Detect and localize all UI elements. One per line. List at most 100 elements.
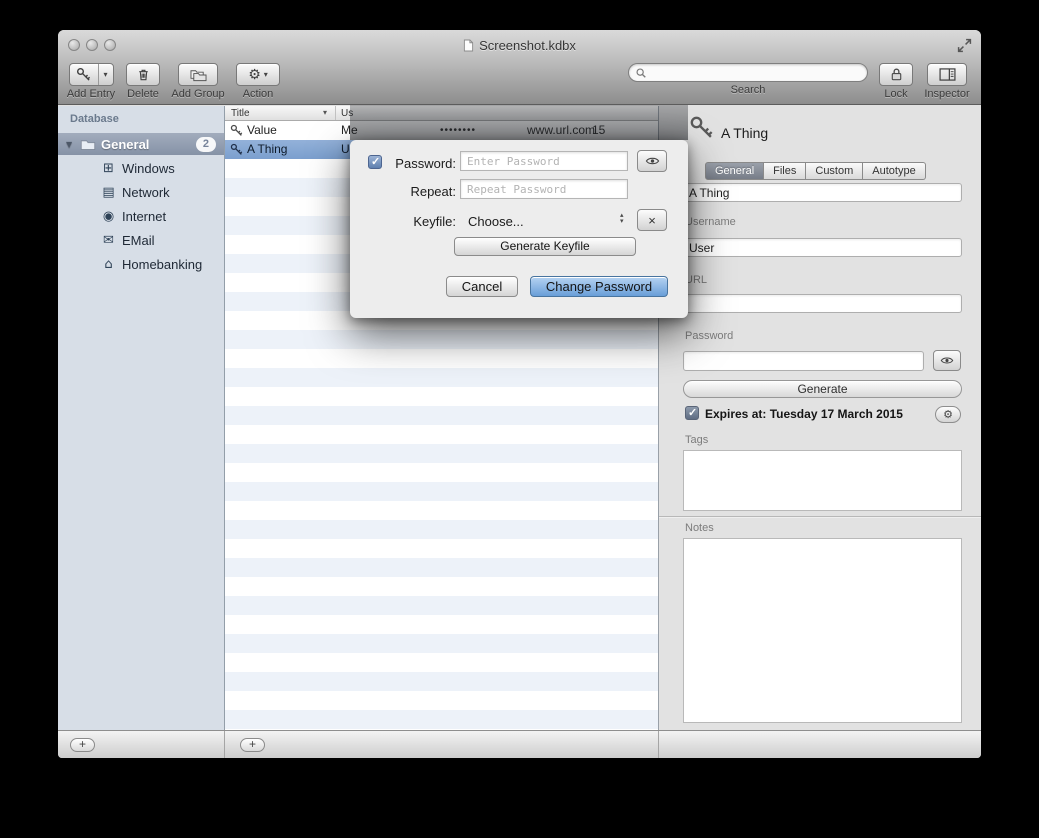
search-input[interactable] <box>651 66 861 80</box>
network-icon: ▤ <box>100 185 117 200</box>
bottom-bar: + + <box>58 730 981 758</box>
trash-icon <box>136 67 151 82</box>
entry-title-cell: Value <box>247 123 277 137</box>
lock-icon <box>889 67 904 82</box>
globe-icon: ◉ <box>100 209 117 224</box>
expires-settings-button[interactable]: ⚙ <box>935 406 961 423</box>
tab-general[interactable]: General <box>705 162 764 180</box>
gear-icon: ⚙ <box>248 67 261 83</box>
zoom-window-button[interactable] <box>104 39 116 51</box>
add-group-label: Add Group <box>171 88 224 100</box>
dialog-repeat-input[interactable] <box>460 179 628 199</box>
cancel-button[interactable]: Cancel <box>446 276 518 297</box>
close-window-button[interactable] <box>68 39 80 51</box>
sidebar-group-badge: 2 <box>196 137 216 152</box>
expires-checkbox[interactable] <box>685 406 699 420</box>
inspector-entry-title: A Thing <box>721 125 768 141</box>
action-label: Action <box>243 88 274 100</box>
divider <box>224 731 225 758</box>
change-password-button[interactable]: Change Password <box>530 276 668 297</box>
key-icon <box>689 115 714 140</box>
sidebar-group-general[interactable]: ▼ General 2 <box>58 133 224 155</box>
sidebar-item-email[interactable]: ✉ EMail <box>58 228 224 252</box>
add-group-button[interactable] <box>178 63 218 86</box>
title-field[interactable] <box>683 183 962 202</box>
reveal-password-button[interactable] <box>933 350 961 371</box>
dialog-shadow <box>350 105 688 140</box>
sidebar-group-label: General <box>101 137 149 152</box>
delete-label: Delete <box>127 88 159 100</box>
folders-icon <box>189 67 208 83</box>
inspector-panel: A Thing General Files Custom Autotype Us… <box>658 106 981 730</box>
eye-icon <box>645 156 660 166</box>
add-group-plus-button[interactable]: + <box>70 738 95 752</box>
sort-indicator-icon: ▾ <box>323 108 327 117</box>
dialog-password-label: Password: <box>380 156 456 171</box>
sidebar-item-label: Network <box>122 185 170 200</box>
action-button[interactable]: ⚙ ▾ <box>236 63 280 86</box>
tab-autotype[interactable]: Autotype <box>863 162 925 180</box>
key-icon <box>230 143 243 156</box>
add-entry-button[interactable]: ▾ <box>69 63 114 86</box>
clear-keyfile-button[interactable]: × <box>637 209 667 231</box>
sidebar-item-label: Windows <box>122 161 175 176</box>
delete-button[interactable] <box>126 63 160 86</box>
column-divider[interactable] <box>335 106 336 120</box>
house-icon: ⌂ <box>100 257 117 272</box>
password-label: Password <box>685 330 733 342</box>
notes-box[interactable] <box>683 538 962 723</box>
eye-icon <box>940 356 954 365</box>
action-dropdown-arrow-icon: ▾ <box>264 70 268 79</box>
username-field[interactable] <box>683 238 962 257</box>
close-icon: × <box>648 213 656 228</box>
folder-icon <box>80 138 96 151</box>
sidebar-item-network[interactable]: ▤ Network <box>58 180 224 204</box>
inspector-panel-icon <box>939 68 956 81</box>
expires-label: Expires at: Tuesday 17 March 2015 <box>705 407 903 421</box>
username-label: Username <box>685 216 736 228</box>
sidebar-item-internet[interactable]: ◉ Internet <box>58 204 224 228</box>
sidebar-item-homebanking[interactable]: ⌂ Homebanking <box>58 252 224 276</box>
url-field[interactable] <box>683 294 962 313</box>
add-entry-dropdown[interactable]: ▾ <box>98 64 113 85</box>
lock-label: Lock <box>884 88 907 100</box>
fullscreen-icon[interactable] <box>957 38 972 53</box>
windows-icon: ⊞ <box>100 161 117 176</box>
tab-files[interactable]: Files <box>764 162 806 180</box>
password-field[interactable] <box>683 351 924 371</box>
generate-keyfile-button[interactable]: Generate Keyfile <box>454 237 636 256</box>
search-field[interactable] <box>628 63 868 82</box>
dialog-password-input[interactable] <box>460 151 628 171</box>
popup-stepper-icon[interactable]: ▴▾ <box>620 212 624 224</box>
sidebar: Database ▼ General 2 ⊞ Windows ▤ <box>58 106 225 730</box>
entry-title-cell: A Thing <box>247 142 287 156</box>
tags-box[interactable] <box>683 450 962 511</box>
keyfile-popup-button[interactable]: Choose... <box>468 214 524 229</box>
search-label: Search <box>731 84 766 96</box>
generate-password-button[interactable]: Generate <box>683 380 962 398</box>
divider <box>659 516 981 517</box>
tab-custom[interactable]: Custom <box>806 162 863 180</box>
inspector-toggle-button[interactable] <box>927 63 967 86</box>
disclosure-triangle-icon[interactable]: ▼ <box>66 140 76 149</box>
inspector-tabs: General Files Custom Autotype <box>705 162 926 180</box>
minimize-window-button[interactable] <box>86 39 98 51</box>
window-title: Screenshot.kdbx <box>479 38 576 53</box>
url-label: URL <box>685 274 707 286</box>
divider <box>658 731 659 758</box>
dialog-repeat-label: Repeat: <box>380 184 456 199</box>
key-icon <box>76 67 91 82</box>
toolbar: ▾ Add Entry Delete Add Group ⚙ ▾ <box>58 60 981 105</box>
search-icon <box>635 67 647 79</box>
add-entry-plus-button[interactable]: + <box>240 738 265 752</box>
column-header-title[interactable]: Title <box>231 108 250 119</box>
add-entry-label: Add Entry <box>67 88 115 100</box>
dialog-reveal-password-button[interactable] <box>637 150 667 172</box>
sidebar-item-windows[interactable]: ⊞ Windows <box>58 156 224 180</box>
change-password-dialog: Password: Repeat: Keyfile: Choose... ▴▾ … <box>350 140 688 318</box>
envelope-icon: ✉ <box>100 233 117 248</box>
gear-icon: ⚙ <box>943 408 953 421</box>
lock-button[interactable] <box>879 63 913 86</box>
document-icon <box>463 39 474 52</box>
sidebar-item-label: EMail <box>122 233 155 248</box>
